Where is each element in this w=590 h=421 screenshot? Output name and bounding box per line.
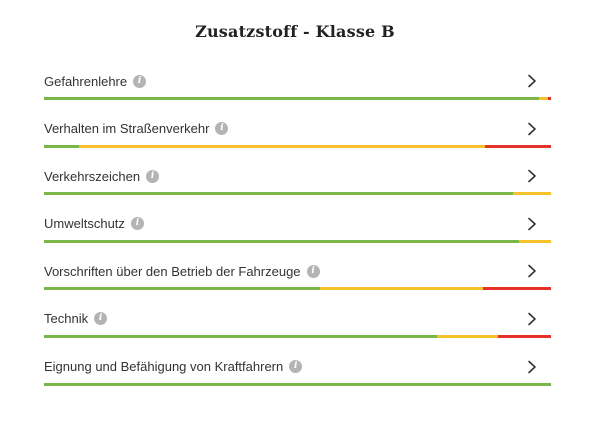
category-item-3[interactable]: Verkehrszeichen i: [44, 158, 551, 206]
progress-bar: [44, 239, 551, 243]
progress-bar: [44, 334, 551, 338]
progress-segment-yellow: [79, 144, 486, 148]
progress-bar: [44, 144, 551, 148]
category-label: Eignung und Befähigung von Kraftfahrern: [44, 359, 284, 375]
category-label: Verhalten im Straßenverkehr: [44, 121, 210, 137]
page: Zusatzstoff - Klasse B Gefahrenlehre i V…: [0, 0, 590, 421]
chevron-right-icon[interactable]: [527, 360, 537, 374]
progress-segment-green: [44, 239, 520, 243]
info-icon[interactable]: i: [306, 264, 320, 278]
progress-bar: [44, 382, 551, 386]
progress-segment-green: [44, 382, 551, 386]
category-label: Gefahrenlehre: [44, 73, 128, 89]
category-item-1[interactable]: Gefahrenlehre i: [44, 63, 551, 111]
progress-segment-green: [44, 287, 321, 291]
info-icon[interactable]: i: [130, 217, 144, 231]
category-label-group: Eignung und Befähigung von Kraftfahrern …: [44, 358, 303, 376]
info-icon[interactable]: i: [146, 169, 160, 183]
category-label: Technik: [44, 311, 89, 327]
chevron-right-icon[interactable]: [527, 217, 537, 231]
category-label-group: Technik i: [44, 310, 108, 328]
info-icon[interactable]: i: [94, 312, 108, 326]
progress-segment-green: [44, 192, 513, 196]
progress-segment-green: [44, 144, 80, 148]
category-label: Umweltschutz: [44, 216, 125, 232]
category-item-7[interactable]: Eignung und Befähigung von Kraftfahrern …: [44, 349, 551, 397]
category-label: Vorschriften über den Betrieb der Fahrze…: [44, 263, 301, 279]
chevron-right-icon[interactable]: [527, 74, 537, 88]
progress-segment-red: [497, 334, 551, 338]
category-list: Gefahrenlehre i Verhalten im Straßenverk…: [44, 63, 551, 396]
progress-segment-yellow: [320, 287, 483, 291]
category-label-group: Umweltschutz i: [44, 215, 144, 233]
progress-segment-red: [482, 287, 551, 291]
progress-bar: [44, 97, 551, 100]
category-label: Verkehrszeichen: [44, 168, 141, 184]
progress-bar: [44, 287, 551, 291]
chevron-right-icon[interactable]: [527, 312, 537, 326]
chevron-right-icon[interactable]: [527, 169, 537, 183]
chevron-right-icon[interactable]: [527, 264, 537, 278]
progress-segment-yellow: [519, 239, 551, 243]
progress-segment-yellow: [436, 334, 498, 338]
progress-bar: [44, 192, 551, 196]
progress-segment-red: [547, 97, 551, 100]
info-icon[interactable]: i: [289, 360, 303, 374]
category-label-group: Verhalten im Straßenverkehr i: [44, 120, 229, 138]
progress-segment-green: [44, 334, 437, 338]
chevron-right-icon[interactable]: [527, 122, 537, 136]
info-icon[interactable]: i: [215, 122, 229, 136]
category-item-4[interactable]: Umweltschutz i: [44, 206, 551, 254]
progress-segment-red: [485, 144, 551, 148]
category-item-6[interactable]: Technik i: [44, 301, 551, 349]
category-label-group: Verkehrszeichen i: [44, 167, 160, 185]
progress-segment-yellow: [512, 192, 551, 196]
progress-segment-green: [44, 97, 539, 100]
category-item-2[interactable]: Verhalten im Straßenverkehr i: [44, 111, 551, 159]
category-item-5[interactable]: Vorschriften über den Betrieb der Fahrze…: [44, 253, 551, 301]
info-icon[interactable]: i: [133, 74, 147, 88]
category-label-group: Vorschriften über den Betrieb der Fahrze…: [44, 262, 320, 280]
progress-segment-yellow: [538, 97, 548, 100]
category-label-group: Gefahrenlehre i: [44, 72, 147, 90]
page-title: Zusatzstoff - Klasse B: [195, 22, 395, 41]
